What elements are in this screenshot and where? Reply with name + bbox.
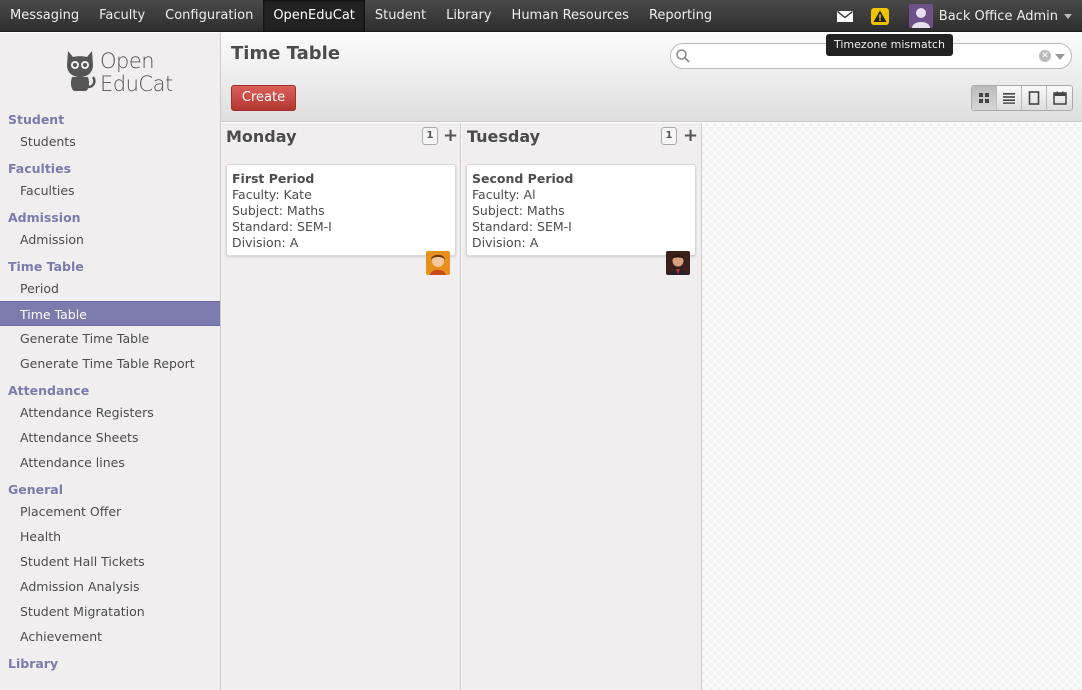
- kanban-card[interactable]: Second Period Faculty: Al Subject: Maths…: [466, 164, 696, 275]
- sidebar-item-attendance-lines[interactable]: Attendance lines: [0, 450, 220, 475]
- logo-text-open: Open: [100, 49, 155, 73]
- top-menu-openeducat[interactable]: OpenEduCat: [263, 0, 365, 32]
- sidebar-menu: Student Students Faculties Faculties Adm…: [0, 105, 220, 673]
- sidebar-item-attendance-registers[interactable]: Attendance Registers: [0, 400, 220, 425]
- list-view-button[interactable]: [997, 86, 1022, 110]
- column-count-badge: 1: [422, 127, 438, 145]
- search-icon: [675, 48, 691, 64]
- card-line-division: Division: A: [232, 235, 299, 250]
- sidebar-item-attendance-sheets[interactable]: Attendance Sheets: [0, 425, 220, 450]
- card-line-standard: Standard: SEM-I: [472, 219, 572, 234]
- calendar-view-button[interactable]: [1047, 86, 1072, 110]
- faculty-avatar: [666, 251, 690, 275]
- search-options-chevron-icon[interactable]: [1055, 54, 1065, 60]
- sidebar-item-student-migratation[interactable]: Student Migratation: [0, 599, 220, 624]
- top-menu-configuration[interactable]: Configuration: [155, 0, 263, 32]
- sidebar-item-achievement[interactable]: Achievement: [0, 624, 220, 649]
- top-menu-reporting[interactable]: Reporting: [639, 0, 722, 32]
- top-navbar: Messaging Faculty Configuration OpenEduC…: [0, 0, 1082, 32]
- card-title: First Period: [232, 171, 315, 186]
- sidebar-section-general: General: [8, 482, 63, 497]
- kanban-board: Monday 1 + First Period Faculty: Kate Su…: [221, 123, 1082, 690]
- sidebar: Open EduCat Student Students Faculties F…: [0, 33, 221, 690]
- card-line-standard: Standard: SEM-I: [232, 219, 332, 234]
- sidebar-item-generate-time-table[interactable]: Generate Time Table: [0, 326, 220, 351]
- user-avatar[interactable]: [908, 4, 933, 28]
- sidebar-item-placement-offer[interactable]: Placement Offer: [0, 499, 220, 524]
- top-menu-human-resources[interactable]: Human Resources: [502, 0, 639, 32]
- top-menu-library[interactable]: Library: [436, 0, 501, 32]
- user-name[interactable]: Back Office Admin: [939, 9, 1058, 24]
- sidebar-item-admission-analysis[interactable]: Admission Analysis: [0, 574, 220, 599]
- sidebar-item-faculties[interactable]: Faculties: [0, 178, 220, 203]
- sidebar-item-students[interactable]: Students: [0, 129, 220, 154]
- top-menu-faculty[interactable]: Faculty: [89, 0, 155, 32]
- card-line-division: Division: A: [472, 235, 539, 250]
- sidebar-section-attendance: Attendance: [8, 383, 90, 398]
- warning-icon[interactable]: [870, 7, 889, 25]
- sidebar-item-student-hall-tickets[interactable]: Student Hall Tickets: [0, 549, 220, 574]
- logo-text-educat: EduCat: [100, 72, 173, 96]
- form-icon: [1028, 91, 1040, 105]
- clear-icon[interactable]: ✕: [1039, 50, 1051, 62]
- openeducat-logo[interactable]: Open EduCat: [62, 45, 173, 97]
- sidebar-item-generate-time-table-report[interactable]: Generate Time Table Report: [0, 351, 220, 376]
- calendar-icon: [1052, 91, 1067, 105]
- kanban-card[interactable]: First Period Faculty: Kate Subject: Math…: [226, 164, 456, 275]
- kanban-icon: [979, 93, 989, 103]
- sidebar-item-admission[interactable]: Admission: [0, 227, 220, 252]
- top-menu-messaging[interactable]: Messaging: [0, 0, 89, 32]
- card-line-subject: Subject: Maths: [232, 203, 325, 218]
- card-line-subject: Subject: Maths: [472, 203, 565, 218]
- top-menu-student[interactable]: Student: [365, 0, 436, 32]
- sidebar-item-time-table[interactable]: Time Table: [0, 301, 220, 326]
- column-title[interactable]: Tuesday: [467, 127, 540, 146]
- view-switcher: [971, 85, 1073, 111]
- sidebar-section-student: Student: [8, 112, 65, 127]
- sidebar-section-faculties: Faculties: [8, 161, 72, 176]
- sidebar-section-library: Library: [8, 656, 59, 671]
- column-title[interactable]: Monday: [226, 127, 297, 146]
- kanban-column-monday: Monday 1 + First Period Faculty: Kate Su…: [221, 123, 461, 690]
- card-line-faculty: Faculty: Al: [472, 187, 536, 202]
- add-record-icon[interactable]: +: [443, 125, 458, 146]
- top-right-area: Back Office Admin: [836, 0, 1082, 32]
- column-count-badge: 1: [661, 127, 677, 145]
- page-title: Time Table: [231, 43, 341, 64]
- sidebar-item-period[interactable]: Period: [0, 276, 220, 301]
- list-icon: [1003, 93, 1015, 104]
- card-title: Second Period: [472, 171, 574, 186]
- card-line-faculty: Faculty: Kate: [232, 187, 312, 202]
- top-menu: Messaging Faculty Configuration OpenEduC…: [0, 0, 722, 32]
- kanban-view-button[interactable]: [972, 86, 997, 110]
- kanban-column-tuesday: Tuesday 1 + Second Period Faculty: Al Su…: [462, 123, 702, 690]
- sidebar-section-admission: Admission: [8, 210, 81, 225]
- faculty-avatar: [426, 251, 450, 275]
- sidebar-item-health[interactable]: Health: [0, 524, 220, 549]
- mail-icon[interactable]: [836, 10, 853, 22]
- timezone-tooltip: Timezone mismatch: [826, 34, 953, 56]
- add-record-icon[interactable]: +: [683, 125, 698, 146]
- form-view-button[interactable]: [1022, 86, 1047, 110]
- chevron-down-icon[interactable]: [1064, 13, 1072, 19]
- create-button[interactable]: Create: [231, 85, 296, 111]
- sidebar-section-time-table: Time Table: [8, 259, 84, 274]
